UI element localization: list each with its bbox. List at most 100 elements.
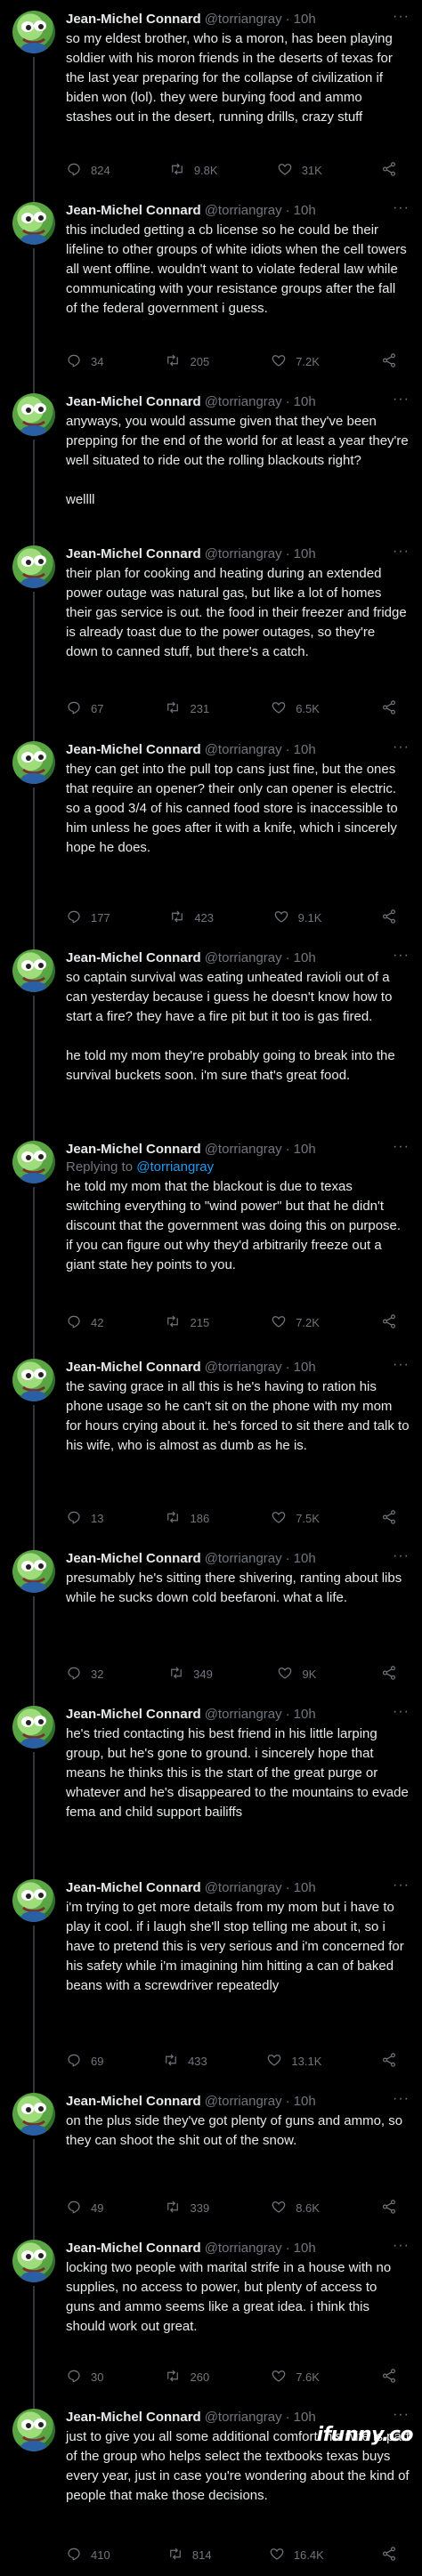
author-handle[interactable]: @torriangray [205,1359,282,1377]
author-name[interactable]: Jean-Michel Connard [66,741,201,759]
share-button[interactable] [381,908,397,927]
author-handle[interactable]: @torriangray [205,1141,282,1159]
more-options-icon[interactable]: ··· [393,948,410,964]
more-options-icon[interactable]: ··· [393,200,410,216]
author-name[interactable]: Jean-Michel Connard [66,393,201,411]
like-button[interactable]: 7.5K [271,1508,320,1528]
share-button[interactable] [381,2545,397,2564]
retweet-button[interactable]: 231 [165,699,209,718]
reply-button[interactable]: 49 [66,2198,103,2217]
avatar[interactable] [12,949,55,992]
tweet[interactable]: Jean-Michel Connard @torriangray · 10h ··· th… [0,731,422,949]
like-button[interactable]: 7.6K [271,2367,320,2386]
timestamp[interactable]: 10h [294,1359,316,1377]
like-button[interactable]: 16.4K [269,2545,324,2564]
author-handle[interactable]: @torriangray [205,1706,282,1724]
timestamp[interactable]: 10h [294,1879,316,1897]
avatar[interactable] [12,1550,55,1593]
reply-button[interactable]: 13 [66,1508,103,1528]
retweet-button[interactable]: 260 [165,2367,209,2386]
author-handle[interactable]: @torriangray [205,202,282,220]
more-options-icon[interactable]: ··· [393,2091,410,2107]
tweet[interactable]: Jean-Michel Connard @torriangray · 10h ··· so… [0,939,422,1141]
more-options-icon[interactable]: ··· [393,1704,410,1720]
retweet-button[interactable]: 186 [165,1508,209,1528]
reply-button[interactable]: 410 [66,2545,110,2564]
author-name[interactable]: Jean-Michel Connard [66,11,201,28]
share-button[interactable] [381,160,397,180]
reply-button[interactable]: 69 [66,2051,103,2071]
author-name[interactable]: Jean-Michel Connard [66,2240,201,2257]
author-handle[interactable]: @torriangray [205,741,282,759]
author-handle[interactable]: @torriangray [205,2409,282,2427]
tweet[interactable]: Jean-Michel Connard @torriangray · 10h ··· on… [0,2082,422,2240]
more-options-icon[interactable]: ··· [393,739,410,755]
author-handle[interactable]: @torriangray [205,2240,282,2257]
like-button[interactable]: 9.1K [273,908,321,927]
retweet-button[interactable]: 205 [165,351,209,371]
timestamp[interactable]: 10h [294,1706,316,1724]
author-name[interactable]: Jean-Michel Connard [66,545,201,563]
author-name[interactable]: Jean-Michel Connard [66,1879,201,1897]
more-options-icon[interactable]: ··· [393,1548,410,1564]
share-button[interactable] [381,2367,397,2386]
more-options-icon[interactable]: ··· [393,392,410,408]
reply-button[interactable]: 67 [66,699,103,718]
avatar[interactable] [12,393,55,436]
author-handle[interactable]: @torriangray [205,11,282,28]
author-handle[interactable]: @torriangray [205,949,282,967]
reply-button[interactable]: 34 [66,351,103,371]
like-button[interactable]: 9K [277,1664,316,1684]
author-name[interactable]: Jean-Michel Connard [66,202,201,220]
timestamp[interactable]: 10h [294,202,316,220]
tweet[interactable]: Jean-Michel Connard @torriangray · 10h ··· i'… [0,1869,422,2093]
share-button[interactable] [381,1312,397,1332]
retweet-button[interactable]: 9.8K [169,160,218,180]
share-button[interactable] [381,1508,397,1528]
tweet[interactable]: Jean-Michel Connard @torriangray · 10h ··· th… [0,191,422,393]
tweet[interactable]: Jean-Michel Connard @torriangray · 10h ··· Re… [0,1130,422,1359]
timestamp[interactable]: 10h [294,2409,316,2427]
share-button[interactable] [381,2198,397,2217]
more-options-icon[interactable]: ··· [393,2407,410,2423]
author-name[interactable]: Jean-Michel Connard [66,949,201,967]
retweet-button[interactable]: 339 [165,2198,209,2217]
share-button[interactable] [381,2051,397,2071]
tweet[interactable]: Jean-Michel Connard @torriangray · 10h ··· an… [0,383,422,545]
tweet[interactable]: Jean-Michel Connard @torriangray · 10h ··· so… [0,0,422,202]
more-options-icon[interactable]: ··· [393,1139,410,1155]
avatar[interactable] [12,11,55,53]
author-handle[interactable]: @torriangray [205,2093,282,2111]
avatar[interactable] [12,741,55,784]
author-handle[interactable]: @torriangray [205,1879,282,1897]
like-button[interactable]: 13.1K [266,2051,321,2071]
timestamp[interactable]: 10h [294,545,316,563]
more-options-icon[interactable]: ··· [393,1877,410,1894]
author-name[interactable]: Jean-Michel Connard [66,2409,201,2427]
avatar[interactable] [12,545,55,588]
tweet[interactable]: Jean-Michel Connard @torriangray · 10h ··· lo… [0,2229,422,2409]
reply-button[interactable]: 177 [66,908,110,927]
author-handle[interactable]: @torriangray [205,545,282,563]
retweet-button[interactable]: 423 [169,908,214,927]
like-button[interactable]: 6.5K [271,699,320,718]
timestamp[interactable]: 10h [294,2093,316,2111]
timestamp[interactable]: 10h [294,393,316,411]
like-button[interactable]: 7.2K [271,1312,320,1332]
reply-button[interactable]: 32 [66,1664,103,1684]
avatar[interactable] [12,1706,55,1748]
avatar[interactable] [12,1141,55,1183]
share-button[interactable] [381,351,397,371]
timestamp[interactable]: 10h [294,11,316,28]
retweet-button[interactable]: 215 [165,1312,209,1332]
author-name[interactable]: Jean-Michel Connard [66,1550,201,1568]
tweet[interactable]: Jean-Michel Connard @torriangray · 10h ··· pr… [0,1539,422,1706]
more-options-icon[interactable]: ··· [393,9,410,25]
like-button[interactable]: 7.2K [271,351,320,371]
author-name[interactable]: Jean-Michel Connard [66,1359,201,1377]
avatar[interactable] [12,202,55,245]
avatar[interactable] [12,2240,55,2282]
more-options-icon[interactable]: ··· [393,544,410,560]
timestamp[interactable]: 10h [294,1141,316,1159]
timestamp[interactable]: 10h [294,1550,316,1568]
